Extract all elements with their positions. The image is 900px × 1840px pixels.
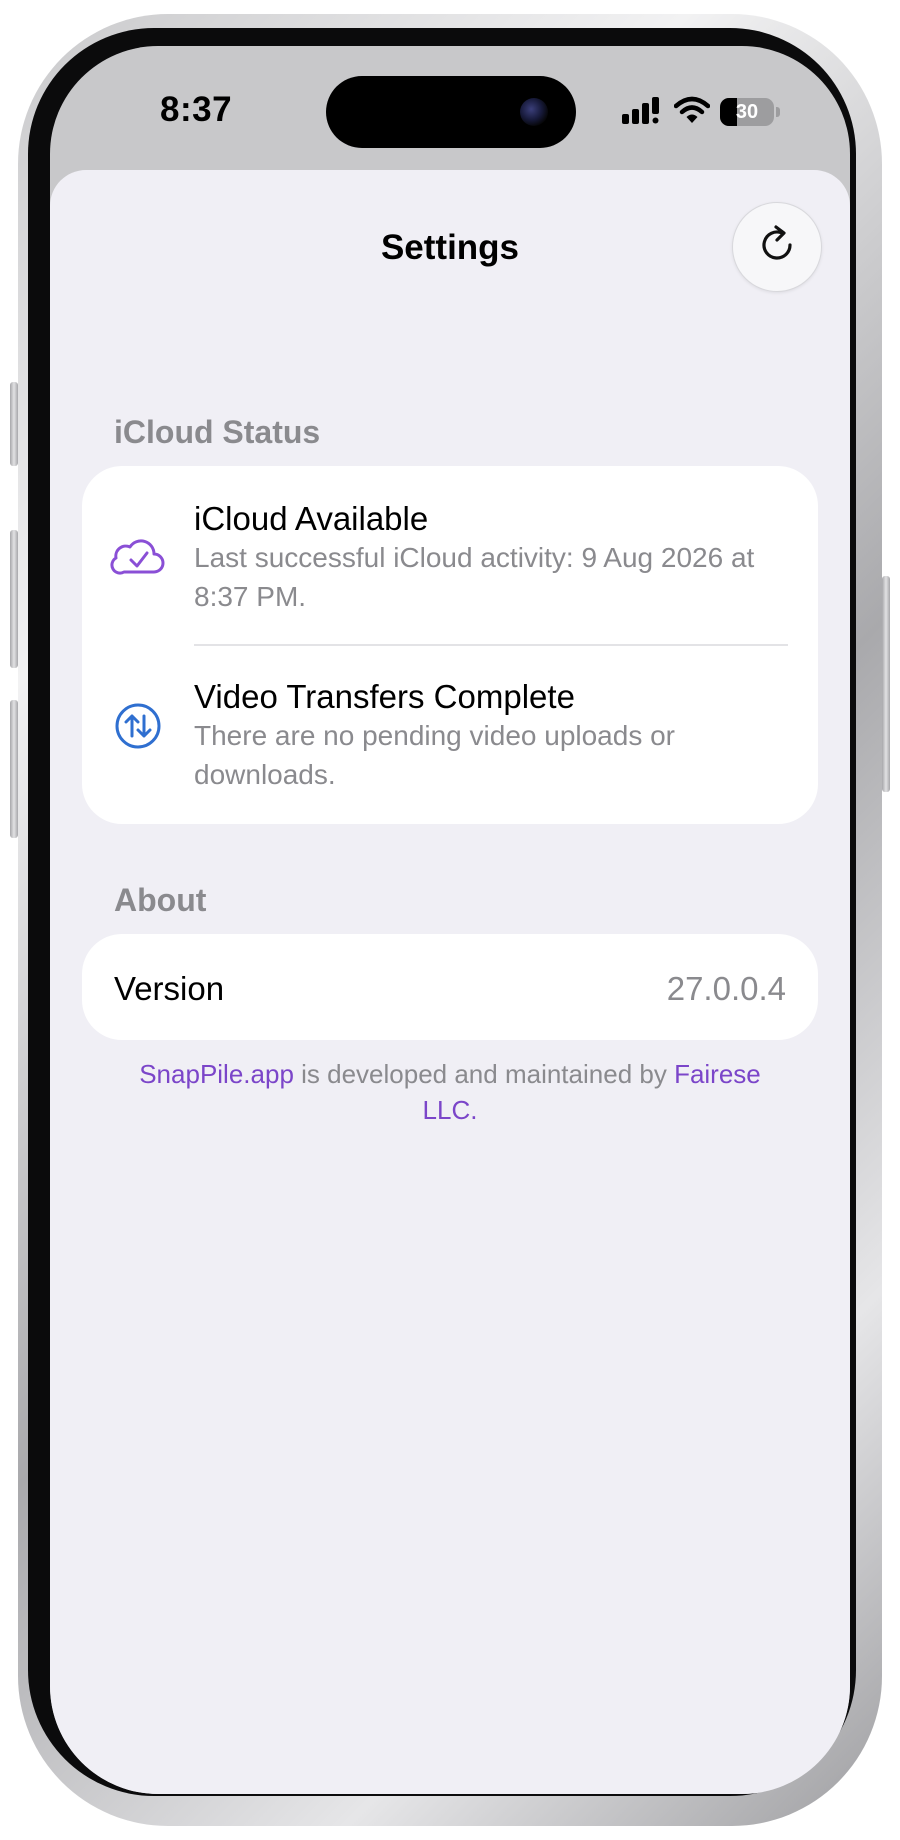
wifi-icon xyxy=(673,96,711,129)
section-header-icloud: iCloud Status xyxy=(114,414,321,450)
footer-end-text: . xyxy=(470,1095,478,1125)
settings-sheet: Settings iCloud Status iCloud Available xyxy=(50,170,850,1794)
row-title: iCloud Available xyxy=(194,500,429,537)
refresh-icon xyxy=(755,223,799,272)
power-button xyxy=(882,576,890,792)
row-subtitle: Last successful iCloud activity: 9 Aug 2… xyxy=(194,542,755,612)
page-title: Settings xyxy=(380,228,520,267)
front-camera xyxy=(520,98,548,126)
version-label: Version xyxy=(114,970,225,1007)
action-button xyxy=(10,382,18,466)
footer-text: SnapPile.app is developed and maintained… xyxy=(110,1056,790,1128)
version-value: 27.0.0.4 xyxy=(666,970,786,1007)
footer-middle-text: is developed and maintained by xyxy=(293,1059,675,1089)
icloud-status-card: iCloud Available Last successful iCloud … xyxy=(82,466,818,824)
refresh-button[interactable] xyxy=(732,202,822,292)
battery-level: 30 xyxy=(735,100,759,123)
dynamic-island xyxy=(326,76,576,148)
status-icons: 30 xyxy=(622,96,780,129)
status-time: 8:37 xyxy=(160,90,233,129)
battery-icon: 30 xyxy=(720,98,780,126)
row-title: Video Transfers Complete xyxy=(194,678,575,715)
cellular-signal-icon xyxy=(622,96,664,129)
status-bar: 8:37 30 xyxy=(50,46,850,166)
volume-up-button xyxy=(10,530,18,668)
volume-down-button xyxy=(10,700,18,838)
screen: 8:37 30 Settings iCloud Status iCloud Av… xyxy=(50,46,850,1794)
snappile-link[interactable]: SnapPile.app xyxy=(139,1059,294,1089)
transfer-arrows-icon xyxy=(110,698,166,754)
about-card: Version 27.0.0.4 xyxy=(82,934,818,1040)
section-header-about: About xyxy=(114,882,207,918)
list-item-icloud-available: iCloud Available Last successful iCloud … xyxy=(82,466,818,644)
list-item-video-transfers: Video Transfers Complete There are no pe… xyxy=(82,646,818,824)
cloud-check-icon xyxy=(110,528,166,584)
row-subtitle: There are no pending video uploads or do… xyxy=(194,720,676,790)
